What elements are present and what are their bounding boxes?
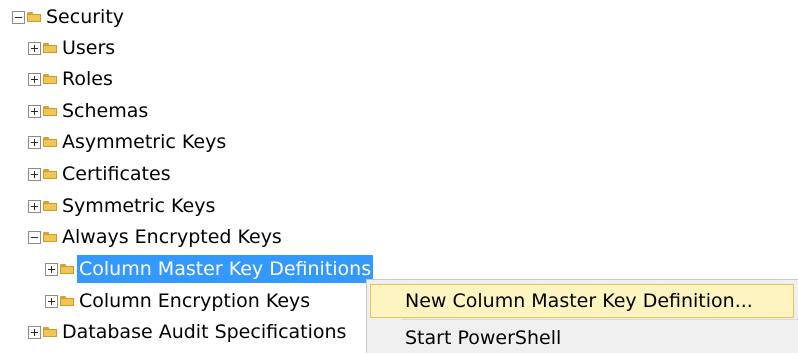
tree-node-symmetric-keys[interactable]: Symmetric Keys	[28, 191, 217, 221]
expand-icon[interactable]	[28, 104, 41, 118]
expand-icon[interactable]	[45, 294, 58, 308]
tree-node-always-encrypted-keys[interactable]: Always Encrypted Keys	[28, 222, 284, 252]
expand-icon[interactable]	[28, 135, 41, 149]
folder-icon	[43, 201, 57, 211]
tree-node-column-master-key-definitions[interactable]: Column Master Key Definitions	[45, 254, 374, 284]
folder-icon	[60, 264, 74, 274]
tree-node-label: Column Encryption Keys	[79, 290, 311, 312]
expand-icon[interactable]	[28, 199, 41, 213]
tree-node-schemas[interactable]: Schemas	[28, 96, 150, 126]
menu-item-start-powershell[interactable]: Start PowerShell	[370, 321, 798, 355]
tree-node-label: Certificates	[62, 163, 171, 185]
tree-node-label: Roles	[62, 68, 113, 90]
tree-node-label: Users	[62, 37, 116, 59]
tree-node-label-selected: Column Master Key Definitions	[77, 255, 374, 283]
expand-icon[interactable]	[28, 325, 41, 339]
collapse-icon[interactable]	[12, 10, 25, 24]
folder-icon	[43, 327, 57, 337]
folder-icon	[43, 106, 57, 116]
tree-node-users[interactable]: Users	[28, 33, 117, 63]
folder-icon	[43, 232, 57, 242]
tree-node-label: Schemas	[62, 100, 149, 122]
tree-node-roles[interactable]: Roles	[28, 64, 115, 94]
tree-node-label: Database Audit Specifications	[62, 321, 347, 343]
collapse-icon[interactable]	[28, 230, 41, 244]
folder-icon	[43, 74, 57, 84]
tree-node-security[interactable]: Security	[12, 2, 126, 32]
tree-node-label: Security	[46, 6, 125, 28]
expand-icon[interactable]	[28, 167, 41, 181]
folder-icon	[60, 296, 74, 306]
folder-icon	[43, 137, 57, 147]
menu-separator	[401, 319, 798, 320]
tree-node-database-audit-specifications[interactable]: Database Audit Specifications	[28, 317, 348, 347]
tree-node-label: Asymmetric Keys	[62, 131, 227, 153]
expand-icon[interactable]	[28, 41, 41, 55]
expand-icon[interactable]	[45, 262, 58, 276]
context-menu: New Column Master Key Definition... Star…	[366, 279, 798, 353]
tree-node-column-encryption-keys[interactable]: Column Encryption Keys	[45, 286, 312, 316]
tree-node-label: Symmetric Keys	[62, 195, 216, 217]
folder-icon	[27, 12, 41, 22]
menu-item-new-column-master-key-definition[interactable]: New Column Master Key Definition...	[370, 284, 794, 318]
tree-node-label: Always Encrypted Keys	[62, 226, 282, 248]
folder-icon	[43, 169, 57, 179]
folder-icon	[43, 43, 57, 53]
tree-node-asymmetric-keys[interactable]: Asymmetric Keys	[28, 127, 228, 157]
expand-icon[interactable]	[28, 72, 41, 86]
tree-node-certificates[interactable]: Certificates	[28, 159, 173, 189]
